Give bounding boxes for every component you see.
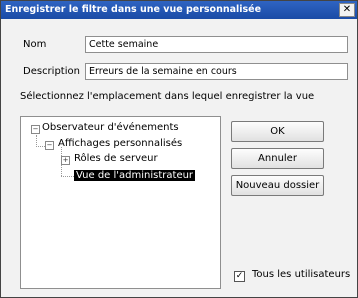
tree-connector — [36, 146, 45, 147]
expand-icon[interactable]: + — [61, 156, 70, 165]
tree-item-server-roles[interactable]: Rôles de serveur — [74, 153, 158, 164]
ok-button[interactable]: OK — [231, 121, 324, 142]
location-prompt: Sélectionnez l'emplacement dans lequel e… — [20, 91, 315, 102]
tree-item-custom-views[interactable]: Affichages personnalisés — [58, 138, 182, 149]
tree-item-event-viewer[interactable]: Observateur d'événements — [42, 122, 179, 133]
all-users-checkbox[interactable]: ✓ — [234, 271, 245, 282]
description-field[interactable]: Erreurs de la semaine en cours — [85, 63, 348, 80]
cancel-button[interactable]: Annuler — [231, 148, 324, 169]
title-bar: Enregistrer le filtre dans une vue perso… — [1, 1, 357, 19]
dialog-title: Enregistrer le filtre dans une vue perso… — [5, 4, 262, 15]
all-users-label: Tous les utilisateurs — [252, 269, 351, 280]
save-filter-dialog: Enregistrer le filtre dans une vue perso… — [0, 0, 358, 298]
location-tree[interactable]: − Observateur d'événements − Affichages … — [20, 116, 221, 289]
close-icon[interactable]: ✕ — [339, 3, 355, 17]
description-label: Description — [23, 66, 80, 77]
name-field[interactable]: Cette semaine — [85, 36, 348, 53]
tree-item-admin-view[interactable]: Vue de l'administrateur — [74, 170, 196, 181]
collapse-icon[interactable]: − — [45, 141, 54, 150]
name-label: Nom — [23, 39, 47, 50]
new-folder-button[interactable]: Nouveau dossier — [231, 175, 324, 196]
collapse-icon[interactable]: − — [31, 125, 40, 134]
